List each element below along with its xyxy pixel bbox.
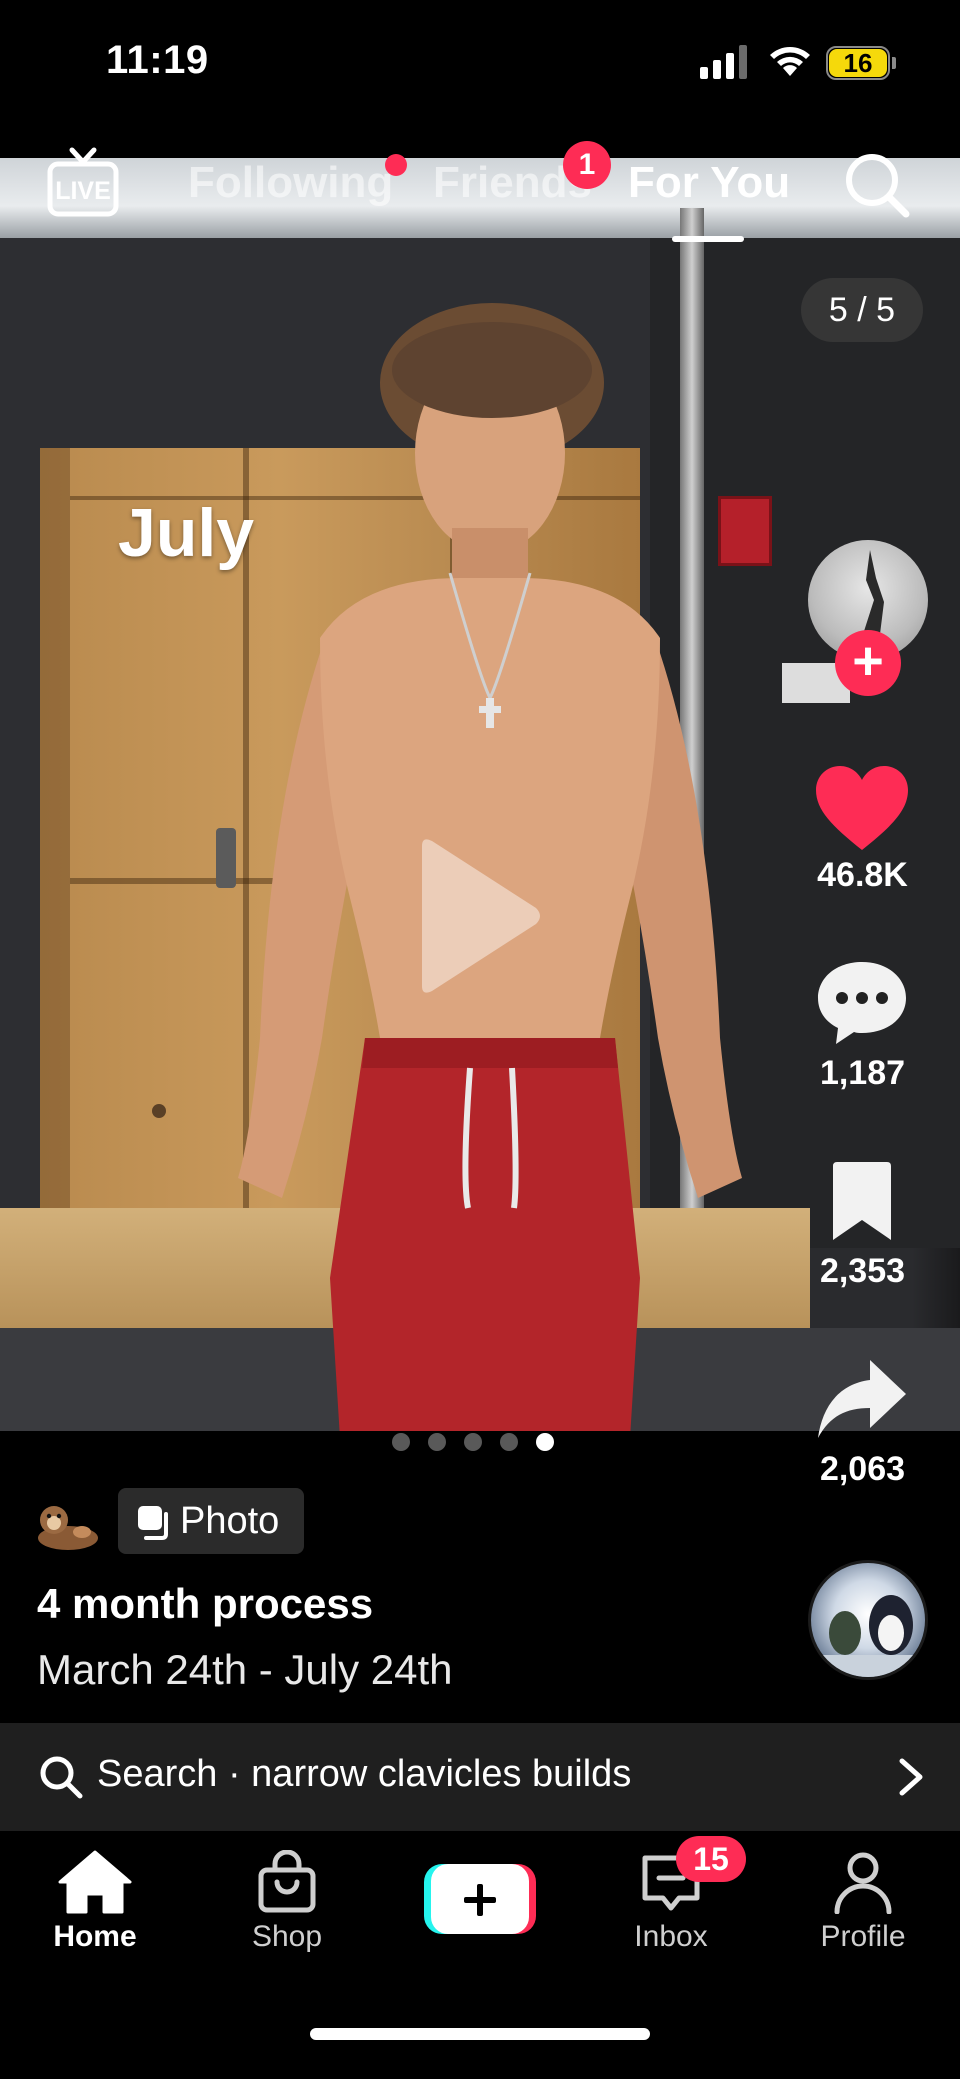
tab-following[interactable]: Following bbox=[188, 158, 393, 208]
inbox-badge: 15 bbox=[676, 1836, 746, 1882]
heart-icon[interactable] bbox=[812, 764, 912, 854]
pagination-dot bbox=[536, 1433, 554, 1451]
live-label: LIVE bbox=[55, 177, 111, 205]
tab-profile[interactable]: Profile bbox=[788, 1840, 938, 1954]
search-suggestion-text: Search · narrow clavicles builds bbox=[97, 1753, 632, 1795]
tab-home[interactable]: Home bbox=[20, 1840, 170, 1954]
active-tab-indicator bbox=[672, 236, 744, 242]
pagination-dot bbox=[428, 1433, 446, 1451]
sound-disc-art bbox=[811, 1595, 925, 1677]
tab-home-label: Home bbox=[53, 1920, 137, 1953]
bookmarks-count: 2,353 bbox=[819, 1252, 906, 1290]
comment-icon[interactable] bbox=[812, 958, 912, 1048]
battery-level: 16 bbox=[829, 49, 887, 77]
photo-chip-label: Photo bbox=[180, 1500, 280, 1542]
create-plus-button[interactable] bbox=[424, 1862, 536, 1936]
battery-tip bbox=[892, 57, 896, 69]
tab-shop[interactable]: Shop bbox=[212, 1840, 362, 1954]
signal-icon bbox=[700, 45, 747, 79]
comments-count: 1,187 bbox=[819, 1054, 906, 1092]
battery-icon: 16 bbox=[826, 46, 896, 80]
pagination-dot bbox=[500, 1433, 518, 1451]
post-subtitle: March 24th - July 24th bbox=[37, 1646, 453, 1693]
following-new-dot bbox=[385, 154, 407, 176]
photo-counter: 5 / 5 bbox=[801, 278, 923, 342]
search-icon bbox=[40, 1756, 83, 1799]
bookmark-icon[interactable] bbox=[827, 1162, 897, 1242]
tab-inbox-label: Inbox bbox=[634, 1920, 708, 1953]
photo-pagination bbox=[392, 1433, 572, 1453]
tab-for-you[interactable]: For You bbox=[628, 158, 790, 208]
photo-stack-icon bbox=[138, 1506, 168, 1540]
home-indicator bbox=[310, 2028, 650, 2040]
shopping-bag-icon bbox=[258, 1850, 316, 1913]
live-icon[interactable]: LIVE bbox=[46, 146, 120, 220]
tab-shop-label: Shop bbox=[251, 1920, 323, 1953]
otter-emoji-icon bbox=[38, 1506, 98, 1550]
home-icon bbox=[58, 1850, 132, 1914]
follow-plus-button[interactable]: + bbox=[835, 630, 901, 696]
tab-profile-label: Profile bbox=[820, 1920, 906, 1953]
search-suggestion-bar[interactable]: Search · narrow clavicles builds bbox=[0, 1723, 960, 1831]
photo-mode-chip[interactable]: Photo bbox=[118, 1488, 304, 1554]
friends-badge: 1 bbox=[563, 141, 611, 189]
search-icon[interactable] bbox=[842, 150, 912, 220]
likes-count: 46.8K bbox=[817, 856, 908, 894]
shares-count: 2,063 bbox=[819, 1450, 906, 1488]
post-title: 4 month process bbox=[37, 1580, 374, 1627]
sound-disc[interactable] bbox=[808, 1560, 928, 1680]
play-icon[interactable] bbox=[414, 836, 544, 996]
share-icon[interactable] bbox=[812, 1356, 912, 1442]
profile-icon bbox=[834, 1852, 892, 1914]
pagination-dot bbox=[464, 1433, 482, 1451]
status-time: 11:19 bbox=[106, 38, 209, 82]
pagination-dot bbox=[392, 1433, 410, 1451]
photo-overlay-text: July bbox=[118, 495, 255, 571]
wifi-icon bbox=[770, 47, 810, 76]
chevron-right-icon bbox=[899, 1758, 923, 1796]
